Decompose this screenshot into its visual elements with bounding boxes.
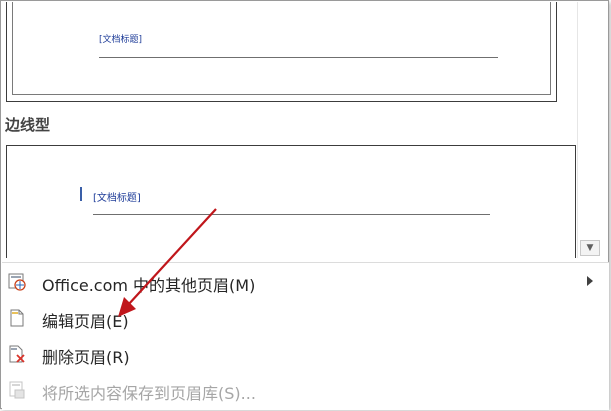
- menu-item-label: 编辑页眉(E): [42, 312, 129, 331]
- header-thumbnail-sideline[interactable]: [文档标题]: [6, 145, 576, 258]
- thumbnail-doc-title: [文档标题]: [99, 35, 143, 45]
- menu-item-more-headers-office[interactable]: Office.com 中的其他页眉(M): [2, 265, 607, 299]
- header-options-menu: Office.com 中的其他页眉(M) 编辑页眉(E) 删除页眉(R) 将所选…: [2, 262, 609, 410]
- submenu-arrow-icon: [587, 276, 593, 286]
- office-globe-icon: [8, 273, 26, 291]
- page-delete-icon: [8, 345, 26, 363]
- gallery-section-heading: 边线型: [5, 116, 51, 134]
- thumbnail-doc-title: [文档标题]: [93, 193, 141, 204]
- menu-item-label: 删除页眉(R): [42, 348, 130, 367]
- menu-item-delete-header[interactable]: 删除页眉(R): [2, 337, 607, 371]
- gallery-spacer: [2, 102, 577, 110]
- thumbnail-border: [文档标题]: [12, 2, 551, 95]
- scroll-down-button[interactable]: ▼: [580, 240, 600, 256]
- menu-item-save-to-gallery[interactable]: 将所选内容保存到页眉库(S)...: [2, 373, 607, 407]
- thumbnail-rule: [93, 214, 490, 215]
- menu-item-label: Office.com 中的其他页眉(M): [42, 276, 256, 295]
- header-gallery-dropdown: [文档标题] 边线型 [文档标题] ▼ Office.com 中的其他页眉(M)…: [0, 0, 609, 410]
- menu-item-label: 将所选内容保存到页眉库(S)...: [42, 384, 256, 403]
- header-gallery: [文档标题] 边线型 [文档标题]: [2, 2, 577, 258]
- menu-item-edit-header[interactable]: 编辑页眉(E): [2, 301, 607, 335]
- thumbnail-rule: [99, 57, 498, 58]
- header-thumbnail-previous[interactable]: [文档标题]: [6, 2, 557, 102]
- page-edit-icon: [8, 309, 26, 327]
- gallery-scrollbar[interactable]: ▼: [577, 2, 603, 258]
- thumbnail-accent-bar: [80, 187, 82, 201]
- save-to-gallery-icon: [8, 381, 26, 399]
